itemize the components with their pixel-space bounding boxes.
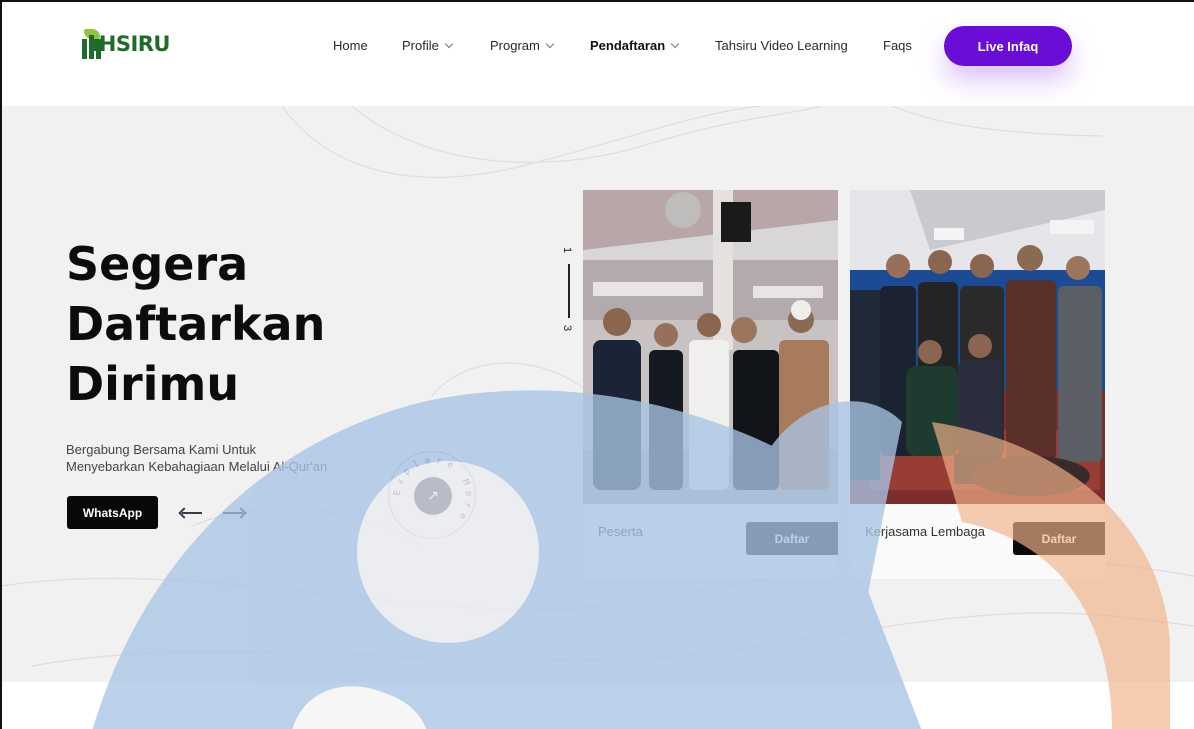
group-photo-lembaga <box>850 190 1105 504</box>
logo-text: IHSIRU <box>91 32 170 56</box>
nav-home[interactable]: Home <box>333 38 368 53</box>
registration-card-peserta: Peserta Daftar <box>583 190 838 579</box>
next-arrow-icon[interactable] <box>223 504 247 522</box>
hero-subtitle-line-2: Menyebarkan Kebahagiaan Melalui Al-Qur'a… <box>66 459 328 474</box>
site-logo[interactable]: T IHSIRU <box>80 24 170 64</box>
whatsapp-button[interactable]: WhatsApp <box>67 496 158 529</box>
nav-video-learning[interactable]: Tahsiru Video Learning <box>715 38 848 53</box>
nav-program-label: Program <box>490 38 540 53</box>
site-header: T IHSIRU Home Profile Program Pendaftara… <box>2 2 1194 106</box>
nav-program[interactable]: Program <box>490 38 555 53</box>
card-label-lembaga: Kerjasama Lembaga <box>865 524 985 539</box>
logo-letter: T <box>40 29 41 30</box>
hero-title-line-1: Segera <box>66 237 249 291</box>
hero-title-line-2: Daftarkan <box>66 297 326 351</box>
browser-viewport: T IHSIRU Home Profile Program Pendaftara… <box>0 0 1194 729</box>
hero-subtitle: Bergabung Bersama Kami Untuk Menyebarkan… <box>66 441 366 475</box>
prev-arrow-icon[interactable] <box>178 504 202 522</box>
arrow-up-right-icon: ↗ <box>414 477 452 515</box>
pager-current: 1 <box>561 246 574 254</box>
nav-faqs[interactable]: Faqs <box>883 38 912 53</box>
hero-section: Segera Daftarkan Dirimu Bergabung Bersam… <box>2 106 1194 682</box>
explore-more-badge[interactable]: Explore More ↗ <box>388 451 476 539</box>
hero-title: Segera Daftarkan Dirimu <box>66 234 406 414</box>
registration-card-lembaga: Kerjasama Lembaga Daftar <box>850 190 1105 579</box>
pager-track <box>568 264 570 318</box>
nav-home-label: Home <box>333 38 368 53</box>
nav-profile[interactable]: Profile <box>402 38 454 53</box>
slide-pager: 1 3 <box>561 244 576 336</box>
nav-pendaftaran[interactable]: Pendaftaran <box>590 38 680 53</box>
hero-subtitle-line-1: Bergabung Bersama Kami Untuk <box>66 442 257 457</box>
nav-profile-label: Profile <box>402 38 439 53</box>
pager-total: 3 <box>561 324 574 332</box>
live-infaq-button[interactable]: Live Infaq <box>944 26 1072 66</box>
chevron-down-icon <box>444 39 454 48</box>
nav-faqs-label: Faqs <box>883 38 912 53</box>
chevron-down-icon <box>670 39 680 48</box>
logo-book-icon: T <box>80 29 101 59</box>
chevron-down-icon <box>545 39 555 48</box>
nav-video-learning-label: Tahsiru Video Learning <box>715 38 848 53</box>
daftar-peserta-button[interactable]: Daftar <box>746 522 838 555</box>
nav-pendaftaran-label: Pendaftaran <box>590 38 666 53</box>
daftar-lembaga-button[interactable]: Daftar <box>1013 522 1105 555</box>
card-label-peserta: Peserta <box>598 524 643 539</box>
group-photo-peserta <box>583 190 838 504</box>
hero-title-line-3: Dirimu <box>66 357 240 411</box>
